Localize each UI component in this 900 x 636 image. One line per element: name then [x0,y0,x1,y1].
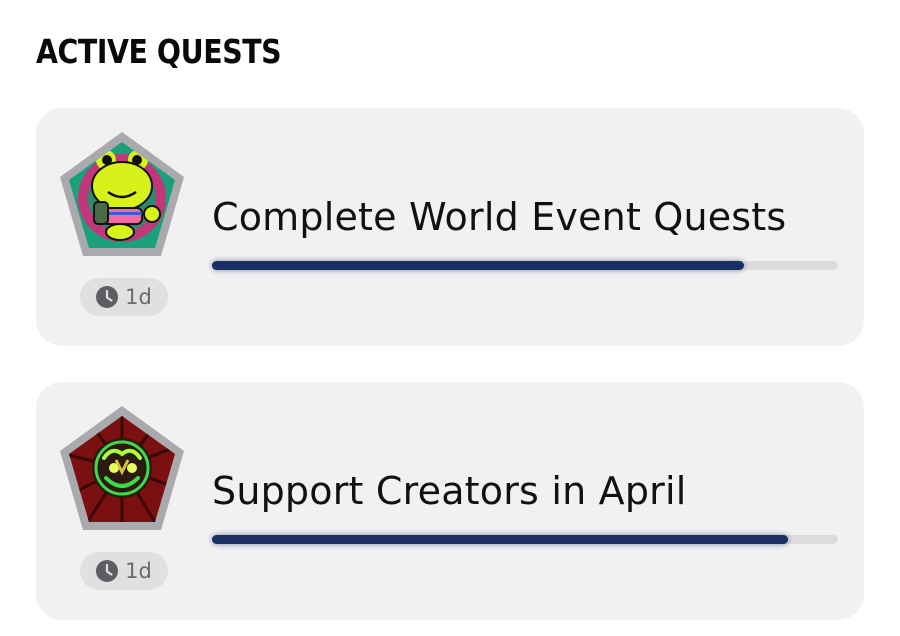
time-remaining-text: 1d [125,559,152,583]
time-remaining-badge: 1d [80,278,168,316]
quest-progress-bar [212,535,838,544]
quest-card[interactable]: 1d Support Creators in April [36,382,864,620]
frog-character-badge-icon [56,128,188,266]
neon-creature-badge-icon [56,402,188,540]
page-title: ACTIVE QUESTS [36,32,282,71]
quest-title: Support Creators in April [212,469,687,513]
quest-progress-fill [212,535,788,544]
quest-title: Complete World Event Quests [212,195,787,239]
quest-card[interactable]: 1d Complete World Event Quests [36,108,864,346]
clock-icon [96,286,119,308]
time-remaining-badge: 1d [80,552,168,590]
quest-progress-bar [212,261,838,270]
clock-icon [96,560,119,582]
time-remaining-text: 1d [125,285,152,309]
quest-progress-fill [212,261,745,270]
